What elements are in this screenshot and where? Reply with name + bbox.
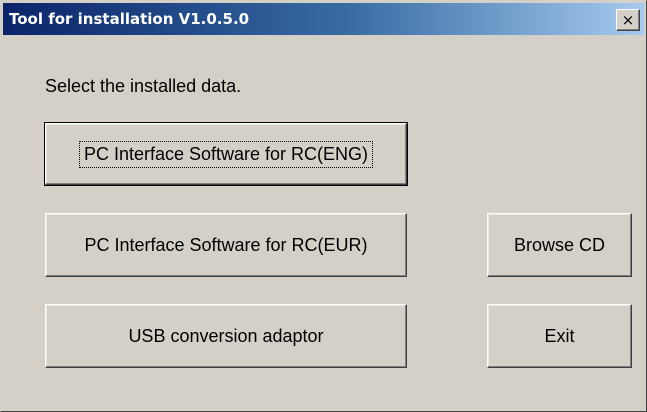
close-button[interactable]: × — [616, 9, 640, 31]
usb-adaptor-label: USB conversion adaptor — [128, 325, 324, 346]
instruction-text: Select the installed data. — [45, 76, 242, 96]
browse-cd-button[interactable]: Browse CD — [487, 213, 632, 277]
usb-adaptor-button[interactable]: USB conversion adaptor — [45, 304, 407, 368]
installer-dialog: Tool for installation V1.0.5.0 × Select … — [0, 0, 647, 412]
browse-cd-label: Browse CD — [513, 234, 606, 255]
window-title: Tool for installation V1.0.5.0 — [9, 10, 250, 28]
pc-interface-eur-label: PC Interface Software for RC(EUR) — [84, 234, 368, 255]
title-bar[interactable]: Tool for installation V1.0.5.0 × — [3, 3, 644, 35]
pc-interface-eur-button[interactable]: PC Interface Software for RC(EUR) — [45, 213, 407, 277]
exit-label: Exit — [544, 325, 575, 346]
exit-button[interactable]: Exit — [487, 304, 632, 368]
close-icon: × — [621, 11, 635, 29]
pc-interface-eng-button[interactable]: PC Interface Software for RC(ENG) — [44, 122, 408, 186]
pc-interface-eng-label: PC Interface Software for RC(ENG) — [78, 140, 374, 168]
